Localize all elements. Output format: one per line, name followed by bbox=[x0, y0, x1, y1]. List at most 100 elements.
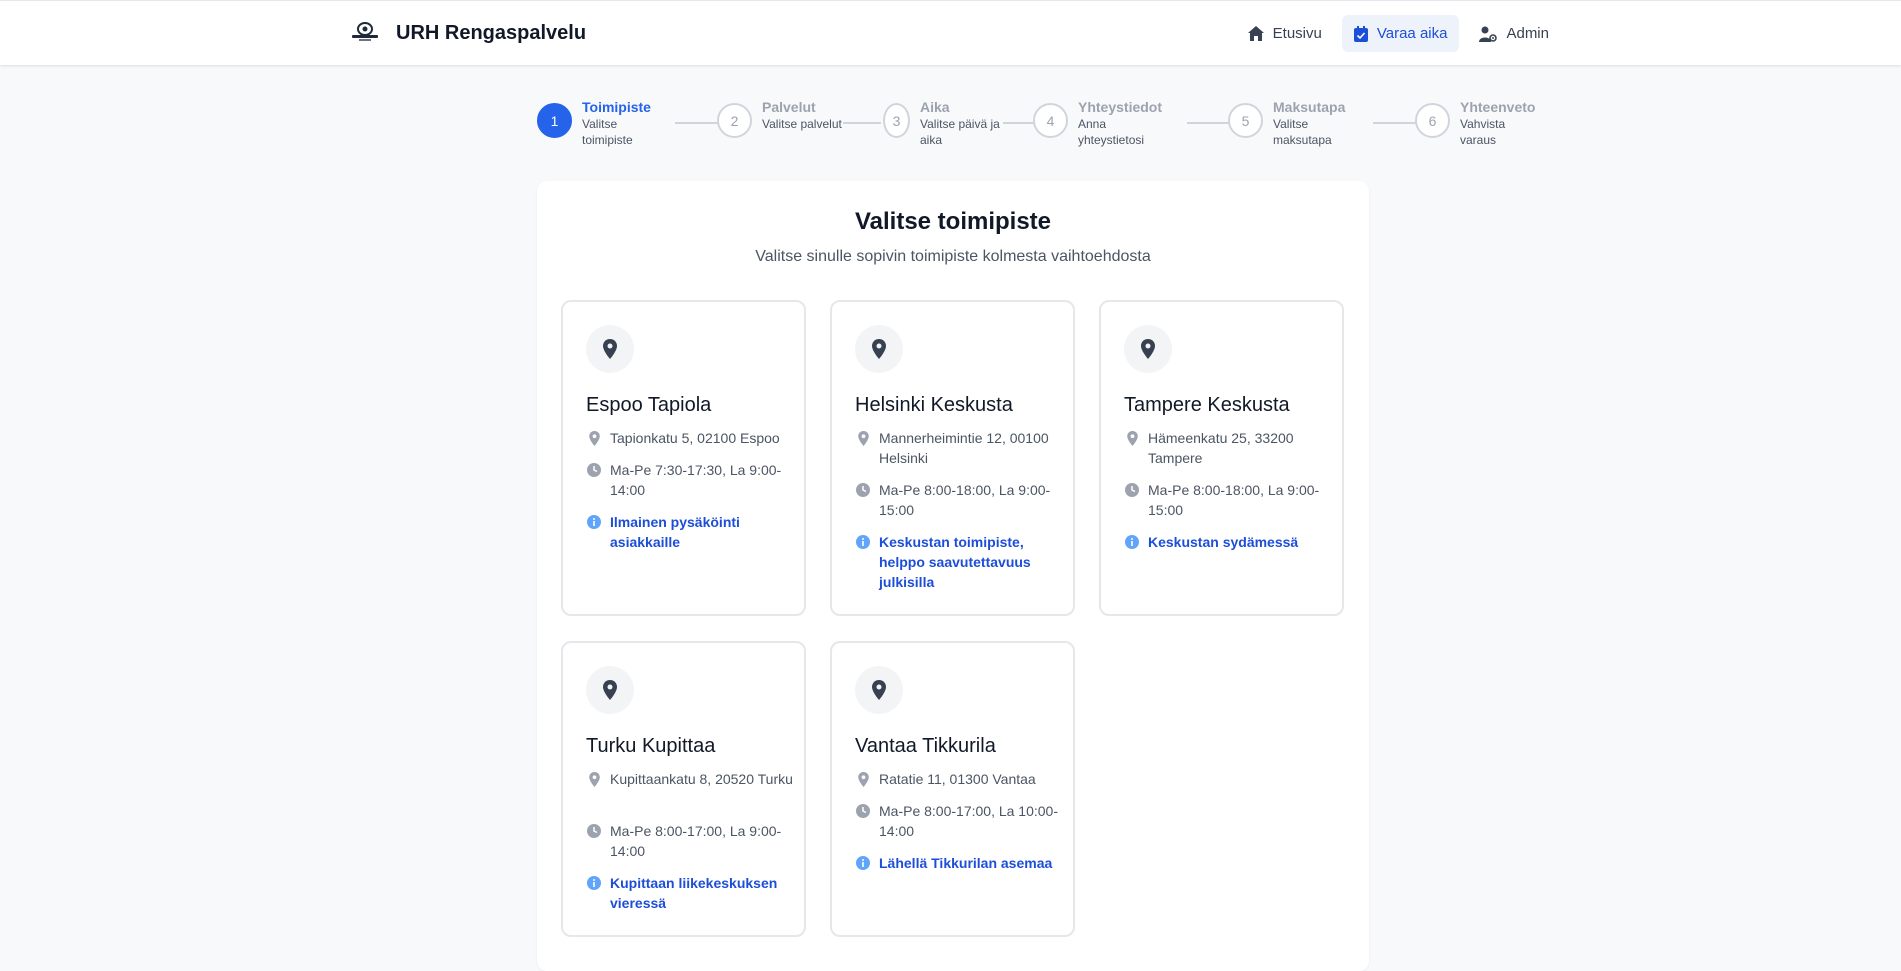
step-desc: Valitse palvelut bbox=[762, 117, 842, 131]
location-address: Hämeenkatu 25, 33200 Tampere bbox=[1148, 430, 1294, 466]
clock-icon bbox=[855, 480, 871, 500]
location-address-row: Hämeenkatu 25, 33200 Tampere bbox=[1124, 428, 1338, 468]
map-pin-icon bbox=[855, 666, 903, 714]
location-hours-row: Ma-Pe 8:00-17:00, La 9:00-14:00 bbox=[586, 821, 800, 861]
step-number: 1 bbox=[537, 103, 572, 138]
location-hours: Ma-Pe 8:00-18:00, La 9:00-15:00 bbox=[879, 482, 1051, 518]
location-name: Espoo Tapiola bbox=[586, 394, 712, 416]
location-note-row: Keskustan toimipiste, helppo saavutettav… bbox=[855, 532, 1054, 592]
location-note-row: Kupittaan liikekeskuksen vieressä bbox=[586, 873, 785, 913]
address-pin-icon bbox=[586, 428, 602, 448]
location-name: Vantaa Tikkurila bbox=[855, 735, 996, 757]
clock-icon bbox=[1124, 480, 1140, 500]
step-title: Palvelut bbox=[762, 99, 816, 115]
top-header: URH Rengaspalvelu Etusivu Varaa aika Adm… bbox=[0, 0, 1901, 65]
nav-home-label: Etusivu bbox=[1272, 25, 1322, 42]
location-card-espoo-tapiola[interactable]: Espoo Tapiola Tapionkatu 5, 02100 Espoo … bbox=[561, 300, 806, 616]
location-note: Kupittaan liikekeskuksen vieressä bbox=[610, 875, 778, 911]
info-icon bbox=[855, 532, 871, 552]
step-desc: Valitse maksutapa bbox=[1273, 117, 1332, 147]
location-note-row: Ilmainen pysäköinti asiakkaille bbox=[586, 512, 785, 552]
location-note: Lähellä Tikkurilan asemaa bbox=[879, 855, 1053, 871]
address-pin-icon bbox=[855, 428, 871, 448]
location-address-row: Tapionkatu 5, 02100 Espoo bbox=[586, 428, 800, 448]
page-subtitle: Valitse sinulle sopivin toimipiste kolme… bbox=[755, 248, 1151, 265]
map-pin-icon bbox=[1124, 325, 1172, 373]
map-pin-icon bbox=[586, 325, 634, 373]
location-hours: Ma-Pe 7:30-17:30, La 9:00-14:00 bbox=[610, 462, 782, 498]
step-connector bbox=[1187, 122, 1230, 124]
calendar-check-icon bbox=[1353, 25, 1368, 42]
info-icon bbox=[586, 512, 602, 532]
location-card-turku-kupittaa[interactable]: Turku Kupittaa Kupittaankatu 8, 20520 Tu… bbox=[561, 641, 806, 937]
location-address: Mannerheimintie 12, 00100 Helsinki bbox=[879, 430, 1049, 466]
address-pin-icon bbox=[1124, 428, 1140, 448]
nav-book-label: Varaa aika bbox=[1376, 25, 1448, 42]
step-title: Aika bbox=[920, 99, 950, 115]
address-pin-icon bbox=[586, 769, 602, 789]
location-address-row: Ratatie 11, 01300 Vantaa bbox=[855, 769, 1069, 789]
tire-logo-icon bbox=[350, 18, 380, 48]
home-icon bbox=[1247, 26, 1264, 41]
location-card-tampere-keskusta[interactable]: Tampere Keskusta Hämeenkatu 25, 33200 Ta… bbox=[1099, 300, 1344, 616]
step-location[interactable]: 1 Toimipiste Valitse toimipiste bbox=[537, 98, 662, 148]
step-connector bbox=[843, 122, 881, 124]
step-number: 2 bbox=[717, 103, 752, 138]
step-number: 3 bbox=[883, 103, 910, 138]
location-hours: Ma-Pe 8:00-18:00, La 9:00-15:00 bbox=[1148, 482, 1320, 518]
step-time[interactable]: 3 Aika Valitse päivä ja aika bbox=[883, 98, 1000, 148]
step-payment[interactable]: 5 Maksutapa Valitse maksutapa bbox=[1228, 98, 1353, 148]
location-hours: Ma-Pe 8:00-17:00, La 10:00-14:00 bbox=[879, 803, 1059, 839]
booking-stepper: 1 Toimipiste Valitse toimipiste 2 Palvel… bbox=[537, 98, 1537, 154]
user-cog-icon bbox=[1479, 26, 1498, 42]
location-note: Keskustan sydämessä bbox=[1148, 534, 1299, 550]
app-title: URH Rengaspalvelu bbox=[396, 21, 587, 44]
nav-home[interactable]: Etusivu bbox=[1236, 15, 1334, 52]
location-address: Ratatie 11, 01300 Vantaa bbox=[879, 771, 1036, 787]
location-name: Turku Kupittaa bbox=[586, 735, 716, 757]
info-icon bbox=[855, 853, 871, 873]
location-note-row: Lähellä Tikkurilan asemaa bbox=[855, 853, 1054, 873]
map-pin-icon bbox=[855, 325, 903, 373]
step-title: Maksutapa bbox=[1273, 99, 1346, 115]
info-icon bbox=[1124, 532, 1140, 552]
location-panel: Valitse toimipiste Valitse sinulle sopiv… bbox=[537, 181, 1369, 971]
main-nav: Etusivu Varaa aika Admin bbox=[1236, 15, 1561, 52]
info-icon bbox=[586, 873, 602, 893]
location-card-helsinki-keskusta[interactable]: Helsinki Keskusta Mannerheimintie 12, 00… bbox=[830, 300, 1075, 616]
step-connector bbox=[1373, 122, 1417, 124]
location-address-row: Mannerheimintie 12, 00100 Helsinki bbox=[855, 428, 1069, 468]
location-note: Keskustan toimipiste, helppo saavutettav… bbox=[879, 534, 1031, 590]
location-hours-row: Ma-Pe 8:00-18:00, La 9:00-15:00 bbox=[1124, 480, 1338, 520]
location-name: Tampere Keskusta bbox=[1124, 394, 1290, 416]
step-services[interactable]: 2 Palvelut Valitse palvelut bbox=[717, 98, 842, 138]
location-address-row: Kupittaankatu 8, 20520 Turku bbox=[586, 769, 800, 789]
nav-admin[interactable]: Admin bbox=[1467, 15, 1561, 52]
step-contact[interactable]: 4 Yhteystiedot Anna yhteystietosi bbox=[1033, 98, 1162, 148]
location-hours-row: Ma-Pe 8:00-18:00, La 9:00-15:00 bbox=[855, 480, 1069, 520]
step-title: Toimipiste bbox=[582, 99, 651, 115]
step-desc: Vahvista varaus bbox=[1460, 117, 1506, 147]
step-title: Yhteystiedot bbox=[1078, 99, 1163, 115]
step-number: 6 bbox=[1415, 103, 1450, 138]
location-card-vantaa-tikkurila[interactable]: Vantaa Tikkurila Ratatie 11, 01300 Vanta… bbox=[830, 641, 1075, 937]
brand[interactable]: URH Rengaspalvelu bbox=[350, 18, 586, 48]
page-title: Valitse toimipiste bbox=[854, 208, 1052, 235]
step-summary[interactable]: 6 Yhteenveto Vahvista varaus bbox=[1415, 98, 1540, 148]
nav-book-appointment[interactable]: Varaa aika bbox=[1341, 15, 1460, 52]
location-address: Kupittaankatu 8, 20520 Turku bbox=[610, 771, 793, 787]
step-desc: Valitse päivä ja aika bbox=[920, 117, 1000, 147]
location-hours-row: Ma-Pe 8:00-17:00, La 10:00-14:00 bbox=[855, 801, 1069, 841]
step-desc: Anna yhteystietosi bbox=[1078, 117, 1145, 147]
step-title: Yhteenveto bbox=[1460, 99, 1536, 115]
clock-icon bbox=[855, 801, 871, 821]
location-address: Tapionkatu 5, 02100 Espoo bbox=[610, 430, 780, 446]
location-hours: Ma-Pe 8:00-17:00, La 9:00-14:00 bbox=[610, 823, 782, 859]
location-hours-row: Ma-Pe 7:30-17:30, La 9:00-14:00 bbox=[586, 460, 800, 500]
clock-icon bbox=[586, 821, 602, 841]
nav-admin-label: Admin bbox=[1506, 25, 1549, 42]
step-connector bbox=[675, 122, 719, 124]
location-name: Helsinki Keskusta bbox=[855, 394, 1013, 416]
step-number: 4 bbox=[1033, 103, 1068, 138]
address-pin-icon bbox=[855, 769, 871, 789]
